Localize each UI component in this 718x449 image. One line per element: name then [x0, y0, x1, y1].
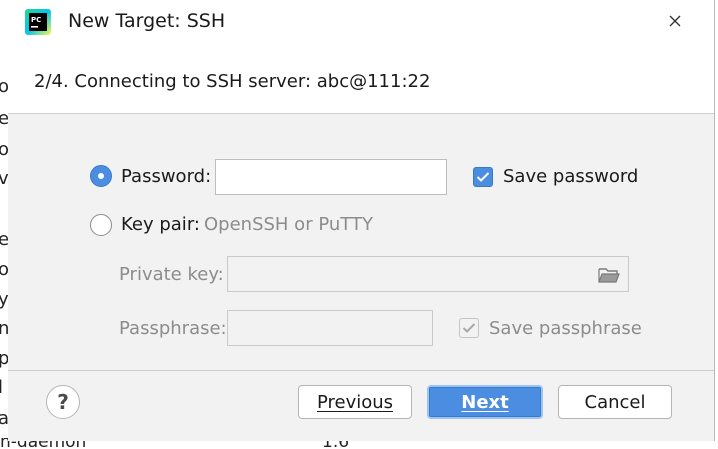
background-text: o: [0, 76, 8, 97]
cancel-button[interactable]: Cancel: [558, 385, 672, 419]
next-button-label: Next: [461, 391, 509, 413]
dialog-title: New Target: SSH: [68, 10, 226, 32]
background-text: l: [0, 377, 4, 398]
pycharm-icon: PC: [25, 9, 51, 35]
cancel-button-label: Cancel: [584, 391, 646, 413]
background-text: o: [0, 259, 8, 280]
previous-button-label: Previous: [316, 391, 394, 413]
save-passphrase-checkbox[interactable]: [459, 318, 479, 338]
background-window: o e o vt e o y n p l a: [0, 0, 8, 449]
step-header: 2/4. Connecting to SSH server: abc@111:2…: [8, 44, 714, 114]
background-text: y: [0, 289, 8, 310]
background-text: p: [0, 348, 8, 369]
save-passphrase-label: Save passphrase: [489, 318, 642, 339]
previous-button[interactable]: Previous: [298, 385, 412, 419]
svg-text:PC: PC: [31, 16, 41, 24]
help-button[interactable]: ?: [46, 385, 80, 419]
help-icon: ?: [57, 390, 69, 414]
passphrase-field[interactable]: [227, 310, 433, 346]
key-pair-radio[interactable]: [90, 214, 112, 236]
background-text: a: [0, 408, 8, 429]
title-bar: PC New Target: SSH: [8, 0, 714, 44]
next-button[interactable]: Next: [427, 385, 543, 419]
key-pair-hint: OpenSSH or PuTTY: [204, 214, 373, 235]
auth-options-panel: Password: Save password Key pair: OpenSS…: [8, 114, 714, 370]
private-key-label: Private key:: [119, 264, 224, 285]
background-text: n: [0, 318, 8, 339]
close-icon[interactable]: [664, 10, 686, 32]
background-text: e: [0, 229, 8, 250]
password-field[interactable]: [215, 159, 447, 195]
folder-icon[interactable]: [598, 266, 620, 284]
passphrase-label: Passphrase:: [119, 318, 227, 339]
background-text: e: [0, 108, 8, 129]
background-text: o: [0, 139, 8, 160]
private-key-field[interactable]: [227, 256, 629, 292]
password-label: Password:: [121, 166, 212, 187]
password-radio[interactable]: [90, 165, 112, 187]
step-title: 2/4. Connecting to SSH server: abc@111:2…: [34, 71, 431, 92]
dialog-footer: ? Previous Next Cancel: [8, 370, 714, 441]
save-password-checkbox[interactable]: [473, 167, 493, 187]
save-password-label: Save password: [503, 166, 639, 187]
background-text: vt: [0, 168, 8, 189]
key-pair-label: Key pair:: [121, 214, 200, 235]
new-target-ssh-dialog: PC New Target: SSH 2/4. Connecting to SS…: [8, 0, 715, 441]
